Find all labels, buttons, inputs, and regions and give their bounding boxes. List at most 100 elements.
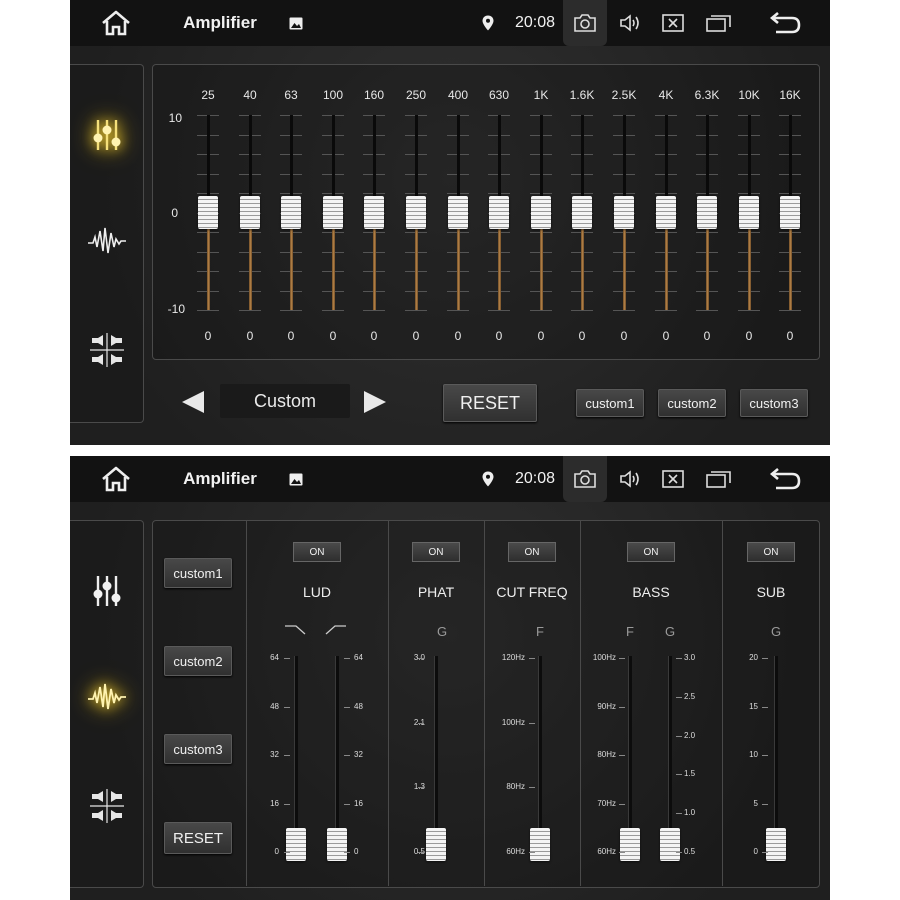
eq-value-label: 0 [537, 329, 545, 343]
preset-name: Custom [220, 384, 350, 418]
volume-icon[interactable] [615, 456, 645, 502]
eq-slider-knob[interactable] [406, 196, 426, 229]
sound-custom1-button[interactable]: custom1 [164, 558, 232, 588]
cutfreq-scale-tick [529, 787, 535, 788]
eq-slider-knob[interactable] [364, 196, 384, 229]
lud-high-slider-track [335, 656, 339, 856]
eq-freq-label: 10K [738, 88, 760, 102]
eq-freq-label: 6.3K [694, 88, 720, 102]
lud-low-slider-knob[interactable] [286, 828, 306, 861]
lud-left-scale-tick [284, 707, 290, 708]
eq-tick [779, 310, 801, 311]
sub-slider-knob[interactable] [766, 828, 786, 861]
eq-slider-knob[interactable] [697, 196, 717, 229]
lud-right-scale-tick [344, 658, 350, 659]
lud-low-slider-track [294, 656, 298, 856]
preset-prev-button[interactable] [178, 388, 208, 416]
close-box-icon[interactable] [660, 0, 686, 46]
preset-next-button[interactable] [360, 388, 390, 416]
lud-high-slider-knob[interactable] [327, 828, 347, 861]
bass-gain-scale-label: 0.5 [684, 847, 696, 856]
status-bar: Amplifier 20:08 [70, 456, 830, 502]
eq-slider-knob[interactable] [614, 196, 634, 229]
gallery-icon[interactable] [286, 456, 306, 502]
eq-slider-knob[interactable] [531, 196, 551, 229]
recent-apps-icon[interactable] [705, 456, 733, 502]
close-box-icon[interactable] [660, 456, 686, 502]
eq-value-label: 0 [454, 329, 462, 343]
cutfreq-scale-label: 120Hz [501, 653, 525, 662]
eq-tick [363, 310, 385, 311]
cutfreq-slider-knob[interactable] [530, 828, 550, 861]
eq-slider-knob[interactable] [240, 196, 260, 229]
home-icon[interactable] [98, 456, 134, 502]
bass-freq-slider-knob[interactable] [620, 828, 640, 861]
lud-right-scale-tick [344, 707, 350, 708]
equalizer-icon[interactable] [70, 561, 143, 621]
back-icon[interactable] [765, 456, 805, 502]
equalizer-icon[interactable] [70, 105, 143, 165]
eq-reset-button[interactable]: RESET [443, 384, 537, 422]
eq-freq-label: 25 [201, 88, 215, 102]
recent-apps-icon[interactable] [705, 0, 733, 46]
eq-tick [239, 310, 261, 311]
back-icon[interactable] [765, 0, 805, 46]
eq-custom1-button[interactable]: custom1 [576, 389, 644, 417]
gallery-icon[interactable] [286, 0, 306, 46]
eq-slider-knob[interactable] [739, 196, 759, 229]
eq-value-label: 0 [495, 329, 503, 343]
eq-slider-knob[interactable] [780, 196, 800, 229]
sub-scale-tick [762, 755, 768, 756]
camera-icon[interactable] [563, 456, 607, 502]
side-nav [70, 520, 144, 888]
bass-title: BASS [632, 584, 670, 600]
sub-on-button[interactable]: ON [747, 542, 795, 562]
eq-tick [571, 310, 593, 311]
lud-right-scale-tick [344, 755, 350, 756]
sound-wave-icon[interactable] [70, 666, 143, 726]
bass-gain-scale-label: 3.0 [684, 653, 696, 662]
camera-icon[interactable] [563, 0, 607, 46]
eq-slider-knob[interactable] [281, 196, 301, 229]
balance-icon[interactable] [70, 776, 143, 836]
cutfreq-on-button[interactable]: ON [508, 542, 556, 562]
bass-freq-slider-track [628, 656, 632, 856]
eq-slider-knob[interactable] [656, 196, 676, 229]
phat-on-button[interactable]: ON [412, 542, 460, 562]
phat-slider-knob[interactable] [426, 828, 446, 861]
eq-slider-knob[interactable] [489, 196, 509, 229]
eq-value-label: 0 [578, 329, 586, 343]
bass-freq-scale-label: 80Hz [597, 750, 616, 759]
eq-custom2-button[interactable]: custom2 [658, 389, 726, 417]
sound-custom2-button[interactable]: custom2 [164, 646, 232, 676]
eq-slider-knob[interactable] [198, 196, 218, 229]
phat-scale-tick [418, 658, 424, 659]
lud-left-scale-tick [284, 804, 290, 805]
low-pass-icon [284, 622, 306, 640]
eq-custom3-button[interactable]: custom3 [740, 389, 808, 417]
bass-on-button[interactable]: ON [627, 542, 675, 562]
lud-left-scale-label: 64 [270, 653, 279, 662]
lud-right-scale-label: 48 [354, 702, 363, 711]
sound-custom3-button[interactable]: custom3 [164, 734, 232, 764]
eq-slider-knob[interactable] [572, 196, 592, 229]
eq-value-label: 0 [287, 329, 295, 343]
sound-wave-icon[interactable] [70, 210, 143, 270]
eq-freq-label: 630 [488, 88, 510, 102]
volume-icon[interactable] [615, 0, 645, 46]
eq-slider-knob[interactable] [323, 196, 343, 229]
high-pass-icon [325, 622, 347, 640]
phat-gain-label: G [436, 624, 448, 639]
home-icon[interactable] [98, 0, 134, 46]
balance-icon[interactable] [70, 320, 143, 380]
bass-freq-scale-label: 100Hz [592, 653, 616, 662]
eq-value-label: 0 [620, 329, 628, 343]
bass-freq-scale-tick [619, 755, 625, 756]
lud-on-button[interactable]: ON [293, 542, 341, 562]
eq-freq-label: 2.5K [611, 88, 637, 102]
eq-freq-label: 250 [405, 88, 427, 102]
sub-scale-label: 10 [749, 750, 758, 759]
bass-gain-slider-knob[interactable] [660, 828, 680, 861]
sound-reset-button[interactable]: RESET [164, 822, 232, 854]
eq-slider-knob[interactable] [448, 196, 468, 229]
